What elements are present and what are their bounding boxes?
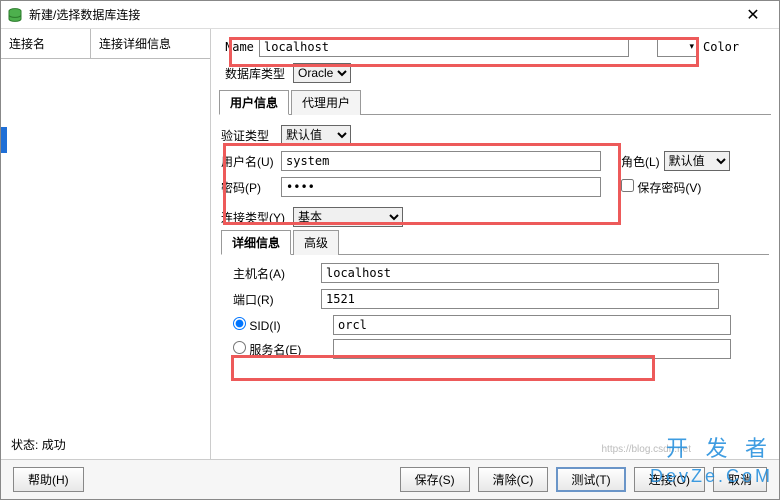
name-label: Name	[225, 40, 259, 54]
test-button[interactable]: 测试(T)	[556, 467, 625, 492]
sid-radio[interactable]: SID(I)	[233, 317, 321, 333]
host-input[interactable]	[321, 263, 719, 283]
window-title: 新建/选择数据库连接	[29, 6, 733, 23]
connection-list-panel: 连接名 连接详细信息	[1, 29, 211, 459]
svc-radio[interactable]: 服务名(E)	[233, 341, 321, 358]
sid-input[interactable]	[333, 315, 731, 335]
subtab-adv[interactable]: 高级	[293, 230, 339, 255]
right-panel: Name ▾ Color 数据库类型 Oracle 用户信息 代理用户 验证类型	[211, 29, 779, 459]
host-label: 主机名(A)	[233, 265, 321, 282]
col-detail-header: 连接详细信息	[91, 29, 210, 58]
auth-label: 验证类型	[221, 127, 281, 144]
col-name-header: 连接名	[1, 29, 91, 58]
color-swatch[interactable]: ▾	[657, 37, 697, 57]
password-input[interactable]	[281, 177, 601, 197]
tab-proxy[interactable]: 代理用户	[291, 90, 361, 115]
name-input[interactable]	[259, 37, 629, 57]
dbtype-label: 数据库类型	[225, 65, 293, 82]
conntype-select[interactable]: 基本	[293, 207, 403, 227]
auth-select[interactable]: 默认值	[281, 125, 351, 145]
port-label: 端口(R)	[233, 291, 321, 308]
color-label: Color	[703, 40, 739, 54]
username-input[interactable]	[281, 151, 601, 171]
password-label: 密码(P)	[221, 179, 281, 196]
titlebar: 新建/选择数据库连接 ✕	[1, 1, 779, 29]
db-icon	[7, 7, 23, 23]
tab-user[interactable]: 用户信息	[219, 90, 289, 115]
watermark-cn: 开 发 者	[666, 431, 773, 463]
port-input[interactable]	[321, 289, 719, 309]
role-label: 角色(L)	[621, 153, 660, 170]
username-label: 用户名(U)	[221, 153, 281, 170]
status-text: 状态: 成功	[11, 436, 66, 453]
savepwd-check[interactable]: 保存密码(V)	[621, 179, 701, 196]
side-accent	[1, 127, 7, 153]
help-button[interactable]: 帮助(H)	[13, 467, 84, 492]
role-select[interactable]: 默认值	[664, 151, 730, 171]
dbtype-select[interactable]: Oracle	[293, 63, 351, 83]
clear-button[interactable]: 清除(C)	[478, 467, 549, 492]
subtab-detail[interactable]: 详细信息	[221, 230, 291, 255]
watermark-en: DevZe.CoM	[650, 466, 773, 487]
svc-input[interactable]	[333, 339, 731, 359]
conntype-label: 连接类型(Y)	[221, 209, 293, 226]
save-button[interactable]: 保存(S)	[400, 467, 470, 492]
close-button[interactable]: ✕	[733, 5, 773, 25]
